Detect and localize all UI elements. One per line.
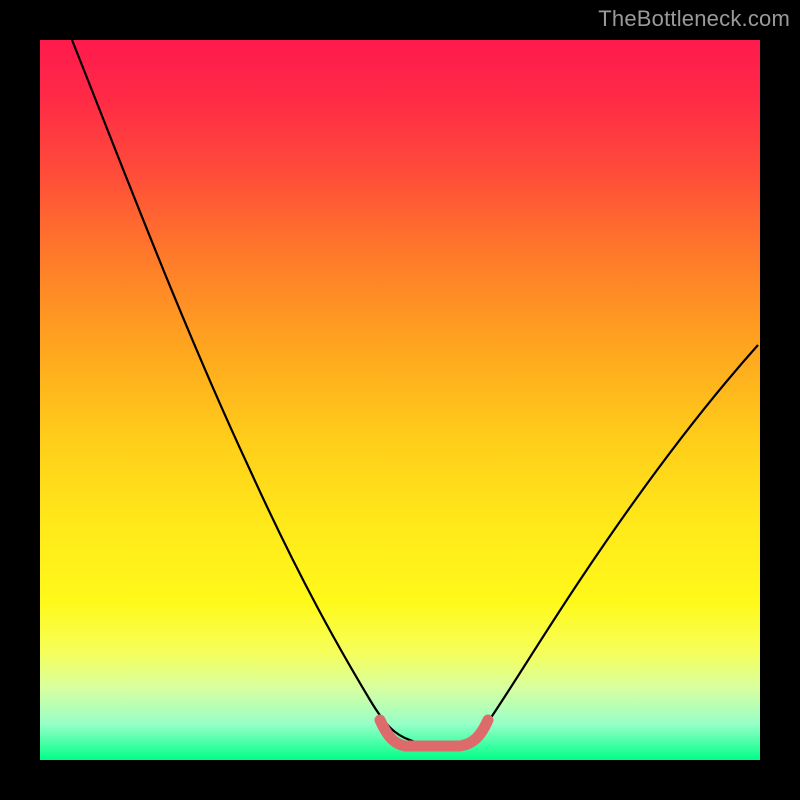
- watermark-text: TheBottleneck.com: [598, 6, 790, 32]
- chart-frame: TheBottleneck.com: [0, 0, 800, 800]
- plot-area: [40, 40, 760, 760]
- series-bottleneck-curve: [72, 40, 758, 743]
- chart-svg: [40, 40, 760, 760]
- series-optimal-band: [380, 720, 488, 746]
